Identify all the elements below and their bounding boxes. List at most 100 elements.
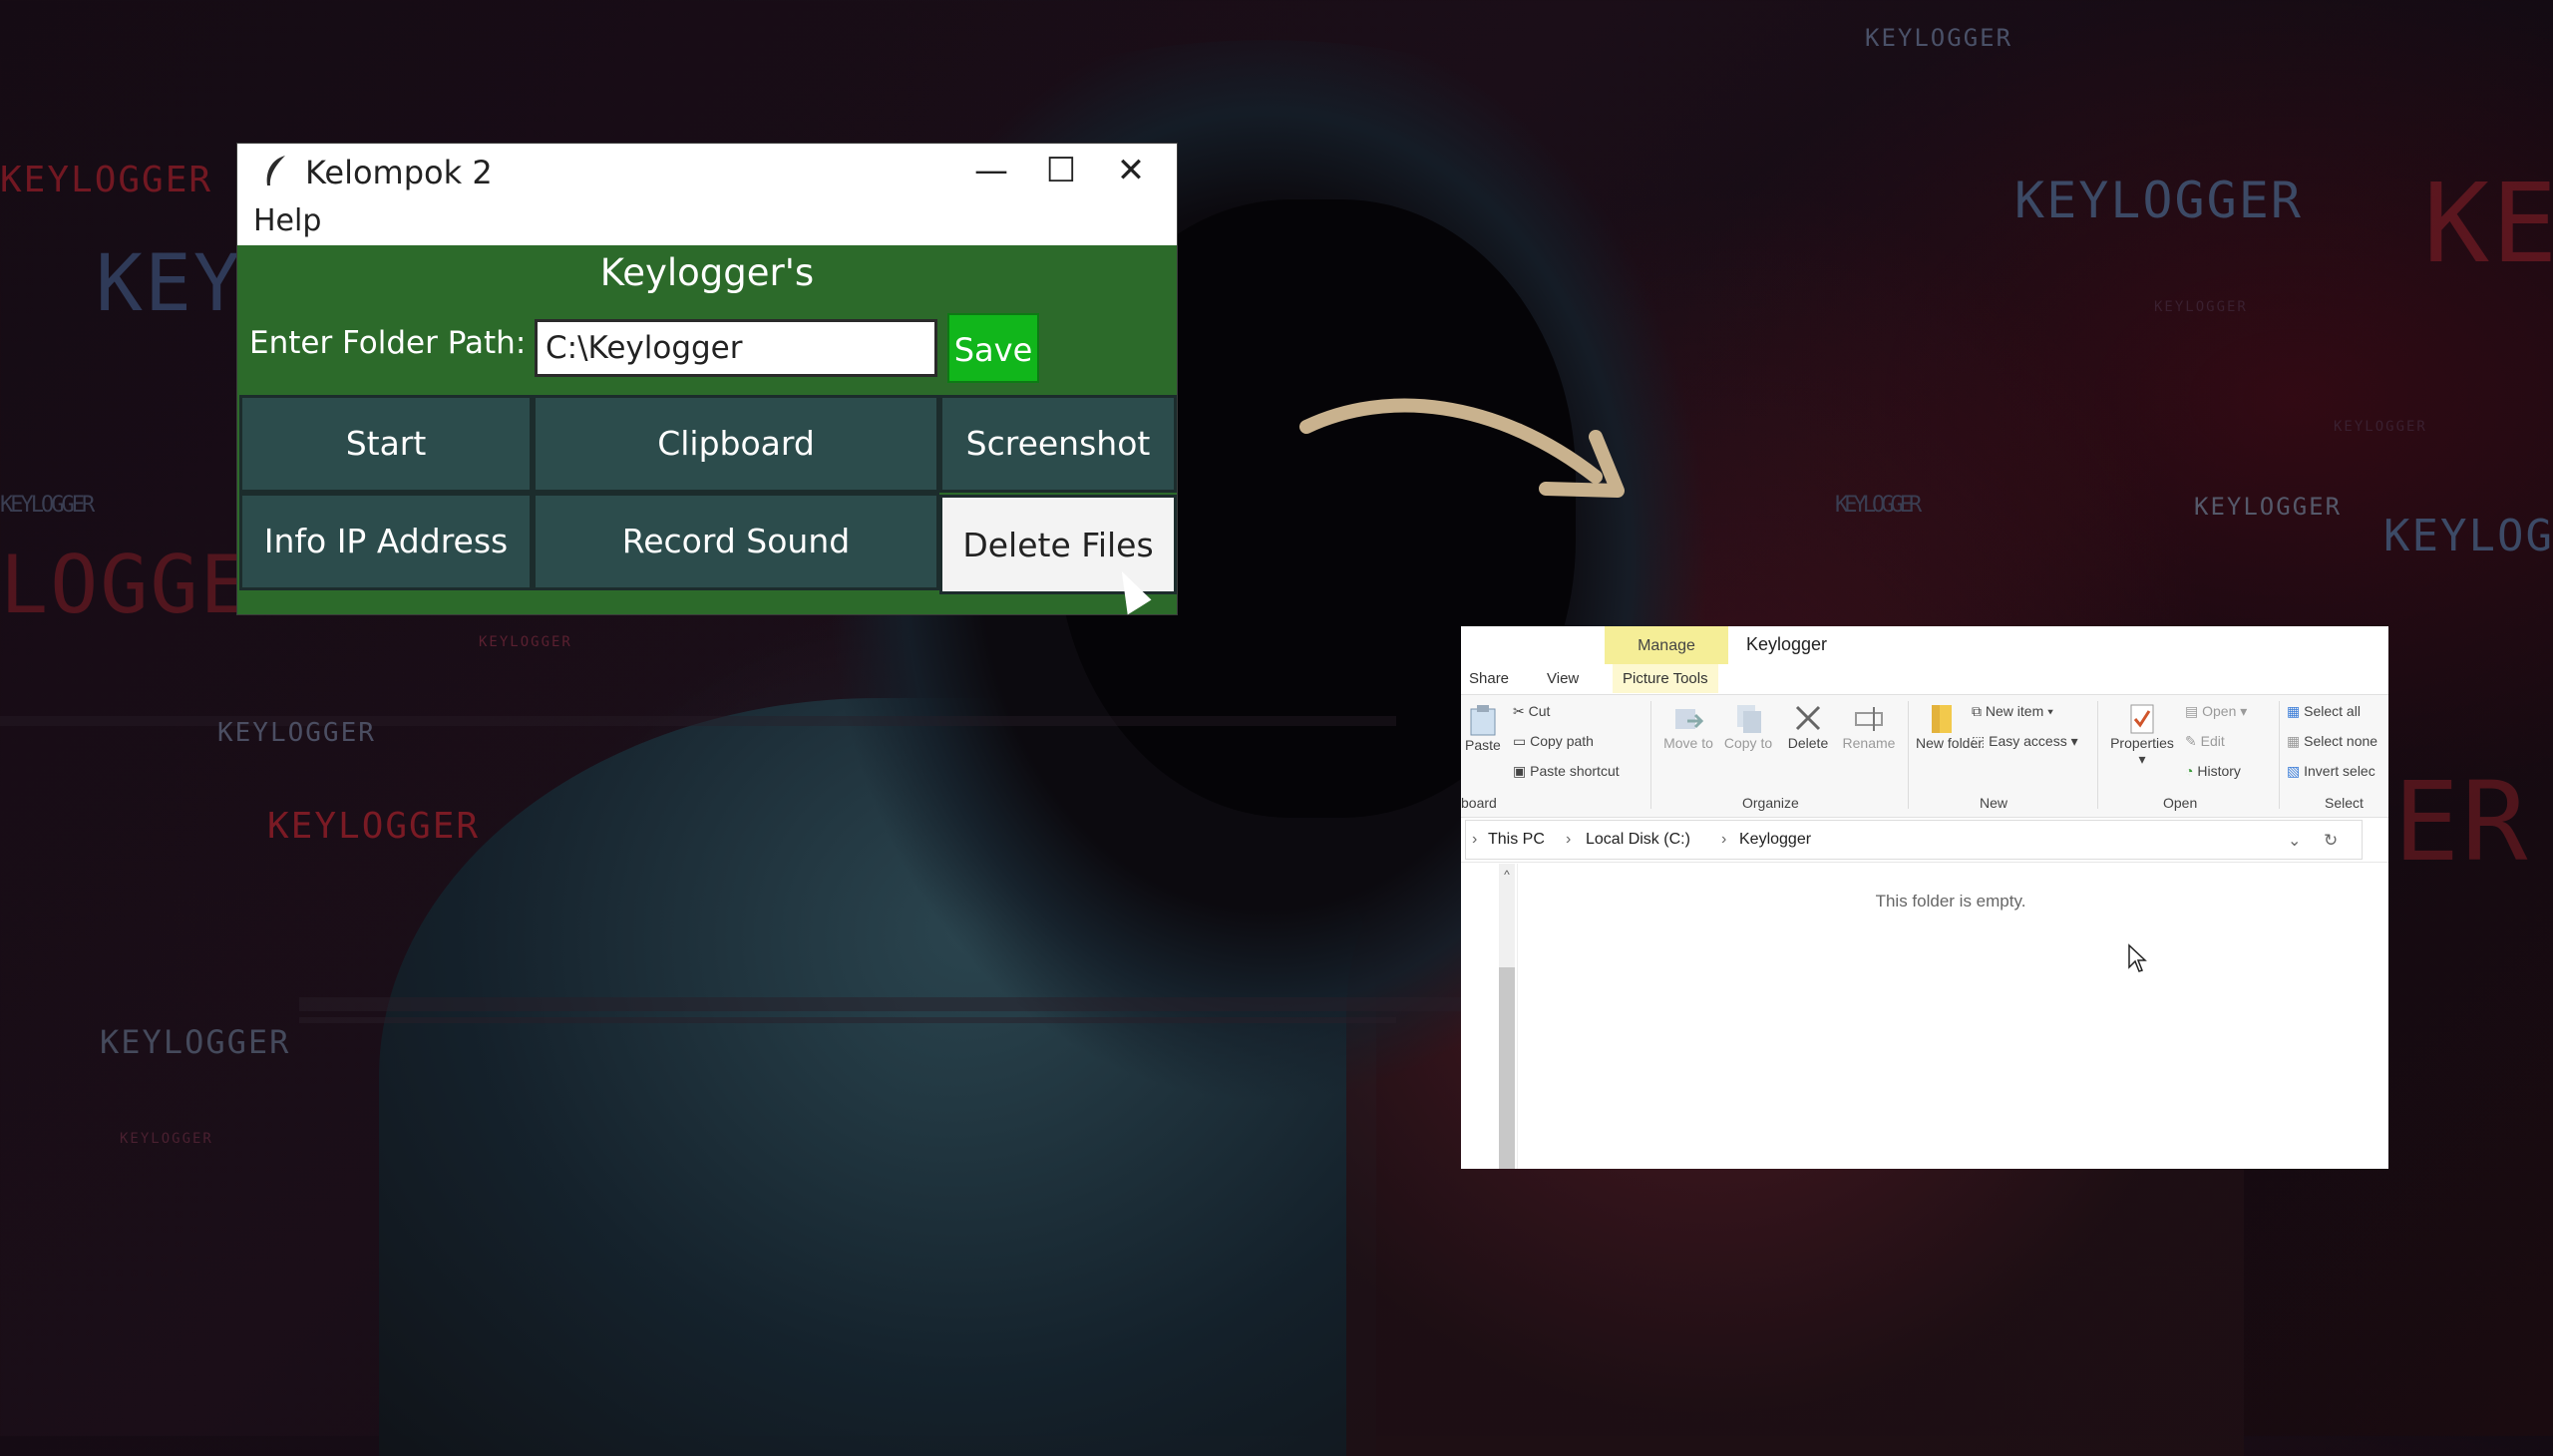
section-new: New [1980,795,2008,811]
select-none-button[interactable]: ▦ Select none [2287,733,2377,750]
copy-to-label: Copy to [1723,735,1773,751]
bg-word: KE [2423,160,2553,287]
edit-label: Edit [2200,733,2225,749]
bg-word: KEYLOGGER [2154,299,2248,315]
properties-icon [2130,704,2154,734]
properties-button[interactable]: Properties ▾ [2105,701,2179,768]
chevron-right-icon: › [1721,831,1727,848]
chevron-down-icon[interactable]: ⌄ [2288,831,2301,851]
bg-word: KEYLOGGER [1865,24,2013,52]
delete-x-icon [1795,705,1821,731]
explorer-top-bar: Manage Keylogger [1461,626,2388,664]
chevron-right-icon: › [1566,831,1572,848]
cut-label: Cut [1528,703,1551,719]
scrollbar-thumb[interactable] [1499,967,1515,1169]
rename-icon [1855,707,1883,731]
easy-access-button[interactable]: ⬚ Easy access ▾ [1972,733,2078,750]
new-item-label: New item [1985,703,2044,719]
select-all-button[interactable]: ▦ Select all [2287,703,2361,720]
rename-label: Rename [1842,735,1896,751]
copy-to-icon [1737,705,1761,733]
refresh-icon[interactable]: ↻ [2324,831,2338,851]
chevron-right-icon: › [1472,831,1478,848]
close-button[interactable]: ✕ [1101,148,1161,193]
history-button[interactable]: ◔ History [2185,763,2241,779]
copy-path-label: Copy path [1530,733,1594,749]
new-item-icon: ⧉ [1972,703,1982,719]
record-sound-button[interactable]: Record Sound [533,493,939,590]
explorer-window-title: Keylogger [1746,634,1828,654]
breadcrumb-local-disk[interactable]: Local Disk (C:) [1586,831,1690,849]
delete-label: Delete [1787,735,1829,751]
open-icon: ▤ [2185,703,2199,719]
edit-button[interactable]: ✎ Edit [2185,733,2225,750]
select-all-label: Select all [2304,703,2361,719]
folder-icon [1932,705,1952,733]
select-all-icon: ▦ [2287,703,2301,719]
bg-word: KEYLOGGER [1835,493,1922,518]
bg-word: KEYLOGGER [2014,172,2303,229]
clipboard-button[interactable]: Clipboard [533,395,939,493]
bg-word: KEY [96,239,242,329]
manage-tab[interactable]: Manage [1605,626,1728,664]
new-folder-button[interactable]: New folder [1916,701,1983,751]
delete-button[interactable]: Delete [1780,701,1836,751]
mouse-pointer-icon [2128,943,2147,972]
history-icon: ◔ [2185,763,2194,779]
bg-word: LOGGE [0,539,250,631]
info-ip-address-button[interactable]: Info IP Address [239,493,533,590]
bg-word: KEYLOGGER [217,718,376,748]
copy-to-button[interactable]: Copy to [1720,701,1776,751]
address-bar-row: › This PC › Local Disk (C:) › Keylogger … [1461,818,2388,863]
move-to-button[interactable]: Move to [1660,701,1716,751]
app-heading: Keylogger's [599,251,815,294]
easy-access-icon: ⬚ [1972,733,1986,749]
bg-word: KEYLOGGER [2334,419,2427,435]
bg-word: KEYLOGGER [479,634,572,650]
open-button[interactable]: ▤ Open ▾ [2185,703,2247,720]
paste-shortcut-button[interactable]: ▣ Paste shortcut [1513,763,1620,780]
new-item-button[interactable]: ⧉ New item ▾ [1972,703,2053,720]
keylogger-app-window: Kelompok 2 — ☐ ✕ Help Keylogger's Enter … [237,144,1177,615]
copy-path-icon: ▭ [1513,733,1527,749]
cut-button[interactable]: ✂ Cut [1513,703,1550,720]
bg-word: KEYLOG [2383,511,2553,561]
address-bar[interactable]: › This PC › Local Disk (C:) › Keylogger … [1465,820,2363,860]
section-organize: Organize [1742,795,1799,811]
easy-access-label: Easy access [1989,733,2067,749]
minimize-button[interactable]: — [961,148,1021,193]
app-body: Keylogger's Enter Folder Path: C:\Keylog… [237,245,1177,614]
bg-word: KEYLOGGER [0,493,95,518]
delete-files-button[interactable]: Delete Files [939,495,1177,594]
menu-bar: Help [237,199,1177,245]
save-button[interactable]: Save [947,313,1039,383]
screenshot-button[interactable]: Screenshot [939,395,1177,493]
bg-word: KEYLOGGER [2194,493,2343,521]
bg-word: KEYLOGGER [120,1131,213,1147]
breadcrumb-this-pc[interactable]: This PC [1488,831,1545,849]
breadcrumb-keylogger[interactable]: Keylogger [1739,831,1811,849]
bg-word: ER [2393,758,2530,886]
start-button[interactable]: Start [239,395,533,493]
copy-path-button[interactable]: ▭ Copy path [1513,733,1594,750]
paste-button[interactable]: Paste [1465,703,1501,753]
tab-share[interactable]: Share [1469,670,1509,687]
rename-button[interactable]: Rename [1836,701,1902,751]
move-to-icon [1675,709,1704,729]
properties-label: Properties [2110,735,2174,751]
scissors-icon: ✂ [1513,703,1525,719]
empty-folder-message: This folder is empty. [1875,892,2026,910]
file-explorer-window: Manage Keylogger Share View Picture Tool… [1461,626,2388,1169]
maximize-button[interactable]: ☐ [1031,148,1091,193]
section-open: Open [2163,795,2198,811]
invert-selection-button[interactable]: ▧ Invert selec [2287,763,2375,780]
invert-selection-label: Invert selec [2304,763,2375,779]
folder-path-label: Enter Folder Path: [249,325,527,361]
file-list-area[interactable]: This folder is empty. [1517,864,2388,1169]
scroll-up-icon[interactable]: ^ [1499,868,1515,882]
edit-icon: ✎ [2185,733,2197,749]
menu-help[interactable]: Help [253,203,321,238]
tab-picture-tools[interactable]: Picture Tools [1613,664,1718,693]
tab-view[interactable]: View [1547,670,1579,687]
folder-path-input[interactable]: C:\Keylogger [535,319,937,377]
